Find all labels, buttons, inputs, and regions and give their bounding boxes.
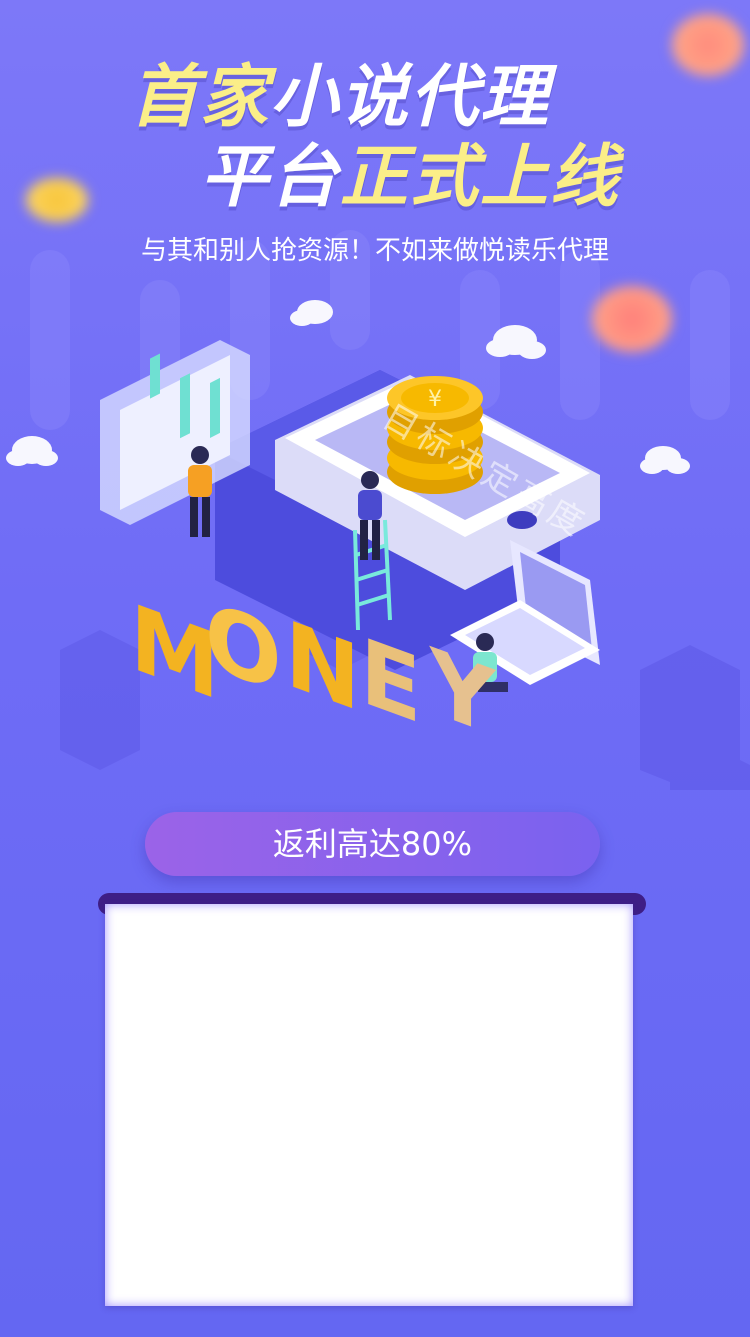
- money-illustration: ¥ M O N E Y: [6, 300, 690, 757]
- decor-blob-top-right: [672, 14, 744, 76]
- headline-highlight-1: 首家: [130, 58, 271, 137]
- letter-e: E: [360, 618, 421, 745]
- decor-blob-left: [26, 178, 88, 222]
- content-panel: [105, 904, 633, 1306]
- rebate-button[interactable]: 返利高达80%: [145, 812, 600, 876]
- headline-line1: 首家小说代理: [130, 58, 550, 138]
- headline-line2: 平台正式上线: [200, 138, 620, 218]
- headline-text-1: 小说代理: [270, 58, 551, 137]
- headline-text-2: 平台: [200, 138, 341, 217]
- subtitle: 与其和别人抢资源！不如来做悦读乐代理: [140, 236, 609, 266]
- headline-highlight-2: 正式上线: [340, 138, 621, 217]
